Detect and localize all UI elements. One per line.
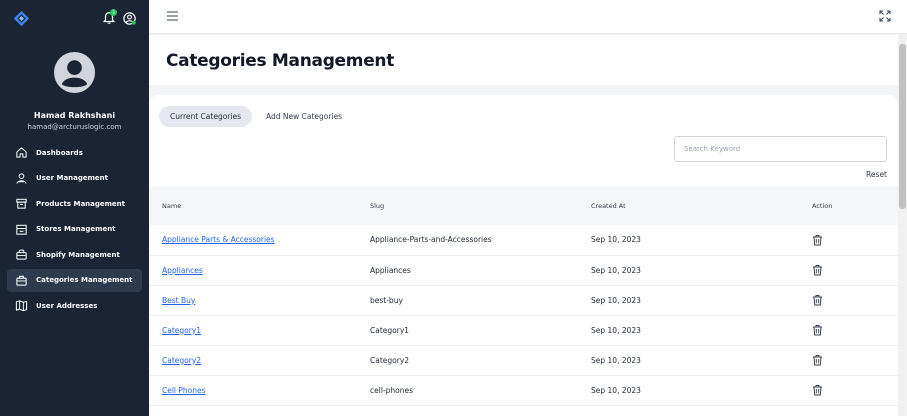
tab-current-categories[interactable]: Current Categories	[159, 106, 252, 127]
store-icon	[16, 224, 27, 235]
category-name-link[interactable]: Category2	[162, 356, 201, 365]
trash-icon[interactable]	[812, 264, 823, 276]
table-row: Cell Phones cell-phones Sep 10, 2023	[149, 375, 898, 405]
tab-add-new-categories[interactable]: Add New Categories	[255, 106, 353, 127]
trash-icon[interactable]	[812, 234, 823, 246]
sidebar-item-dashboards[interactable]: Dashboards	[7, 141, 142, 164]
sidebar-item-label: Categories Management	[36, 276, 133, 284]
tab-bar: Current Categories Add New Categories	[159, 106, 356, 127]
action-cell	[799, 225, 898, 255]
sidebar-item-user-addresses[interactable]: User Addresses	[7, 294, 142, 317]
created-at-cell: Sep 10, 2023	[591, 235, 641, 245]
sidebar-header: 3	[0, 0, 149, 36]
action-cell	[799, 345, 898, 375]
page-title: Categories Management	[166, 51, 395, 71]
home-icon	[16, 147, 27, 158]
trash-icon[interactable]	[812, 294, 823, 306]
table-header-row: Name Slug Created At Action	[149, 186, 898, 225]
user-name: Hamad Rakhshani	[33, 111, 116, 120]
column-header-slug[interactable]: Slug	[357, 186, 578, 225]
slug-cell: Category2	[370, 355, 410, 365]
user-settings-icon[interactable]	[122, 11, 137, 26]
hamburger-menu-icon[interactable]	[167, 11, 178, 21]
slug-cell: best-buy	[370, 295, 403, 305]
trash-icon[interactable]	[812, 354, 823, 366]
sidebar-item-label: Shopify Management	[36, 250, 120, 259]
created-at-cell: Sep 10, 2023	[591, 355, 641, 365]
slug-cell: Appliance-Parts-and-Accessories	[370, 235, 492, 245]
map-icon	[15, 300, 28, 312]
created-at-cell: Sep 10, 2023	[591, 265, 641, 275]
users-icon	[16, 172, 27, 184]
category-name-link[interactable]: Appliances	[162, 266, 203, 275]
column-header-name[interactable]: Name	[149, 186, 357, 225]
created-at-cell: Sep 10, 2023	[591, 385, 641, 395]
table-row: Appliances Appliances Sep 10, 2023	[149, 255, 898, 285]
trash-icon[interactable]	[812, 384, 823, 396]
sidebar-item-user-management[interactable]: User Management	[7, 167, 142, 190]
briefcase-icon	[16, 275, 27, 286]
name-cell: Category1	[149, 315, 357, 345]
scrollbar-thumb[interactable]	[899, 44, 906, 209]
sidebar-item-label: Stores Management	[36, 225, 116, 233]
slug-cell: cell-phones	[370, 385, 413, 395]
logo-icon[interactable]	[13, 10, 30, 27]
page-header: Categories Management	[149, 35, 898, 85]
categories-card: Current Categories Add New Categories Re…	[149, 95, 898, 416]
shopify-bag-icon	[16, 249, 27, 260]
table-row: Category1 Category1 Sep 10, 2023	[149, 315, 898, 345]
slug-cell: Category1	[370, 325, 410, 335]
column-header-created-at[interactable]: Created At	[578, 186, 799, 225]
sidebar-item-products-management[interactable]: Products Management	[7, 192, 142, 215]
action-cell	[799, 315, 898, 345]
action-cell	[799, 255, 898, 285]
action-cell	[799, 375, 898, 405]
sidebar-item-label: Products Management	[36, 199, 126, 208]
category-name-link[interactable]: Category1	[162, 326, 201, 335]
sidebar-item-label: User Addresses	[36, 301, 98, 310]
category-name-link[interactable]: Best Buy	[162, 296, 195, 305]
column-header-action: Action	[812, 201, 833, 210]
name-cell: Best Buy	[149, 285, 357, 315]
top-bar	[149, 0, 907, 34]
reset-button[interactable]: Reset	[866, 170, 887, 179]
sidebar-item-shopify-management[interactable]: Shopify Management	[7, 243, 142, 266]
table-row: Category2 Category2 Sep 10, 2023	[149, 345, 898, 375]
box-icon	[16, 198, 27, 209]
sidebar-item-stores-management[interactable]: Stores Management	[7, 218, 142, 241]
table-row: Best Buy best-buy Sep 10, 2023	[149, 285, 898, 315]
category-name-link[interactable]: Cell Phones	[162, 386, 206, 395]
table-row: Appliance Parts & Accessories Appliance-…	[149, 225, 898, 255]
sidebar-item-label: User Management	[36, 174, 109, 182]
notification-badge: 3	[110, 9, 117, 16]
sidebar-nav: Dashboards User Management Products Mana…	[7, 141, 142, 320]
sidebar-item-categories-management[interactable]: Categories Management	[7, 268, 142, 292]
slug-cell: Appliances	[370, 265, 411, 275]
sidebar-item-label: Dashboards	[36, 148, 83, 157]
name-cell: Category2	[149, 345, 357, 375]
page-scrollbar[interactable]	[898, 35, 907, 416]
name-cell: Appliance Parts & Accessories	[149, 225, 357, 255]
created-at-cell: Sep 10, 2023	[591, 295, 641, 305]
trash-icon[interactable]	[812, 324, 823, 336]
action-cell	[799, 285, 898, 315]
sidebar: 3 Hamad Rakhshani hamad@arcturuslogic.co…	[0, 0, 149, 416]
name-cell: Cell Phones	[149, 375, 357, 405]
created-at-cell: Sep 10, 2023	[591, 325, 641, 335]
fullscreen-icon[interactable]	[879, 10, 891, 22]
user-email: hamad@arcturuslogic.com	[27, 123, 122, 131]
search-input[interactable]	[674, 136, 887, 162]
avatar	[53, 51, 96, 94]
categories-table: Name Slug Created At Action Appliance Pa…	[149, 186, 898, 406]
category-name-link[interactable]: Appliance Parts & Accessories	[162, 235, 275, 244]
name-cell: Appliances	[149, 255, 357, 285]
